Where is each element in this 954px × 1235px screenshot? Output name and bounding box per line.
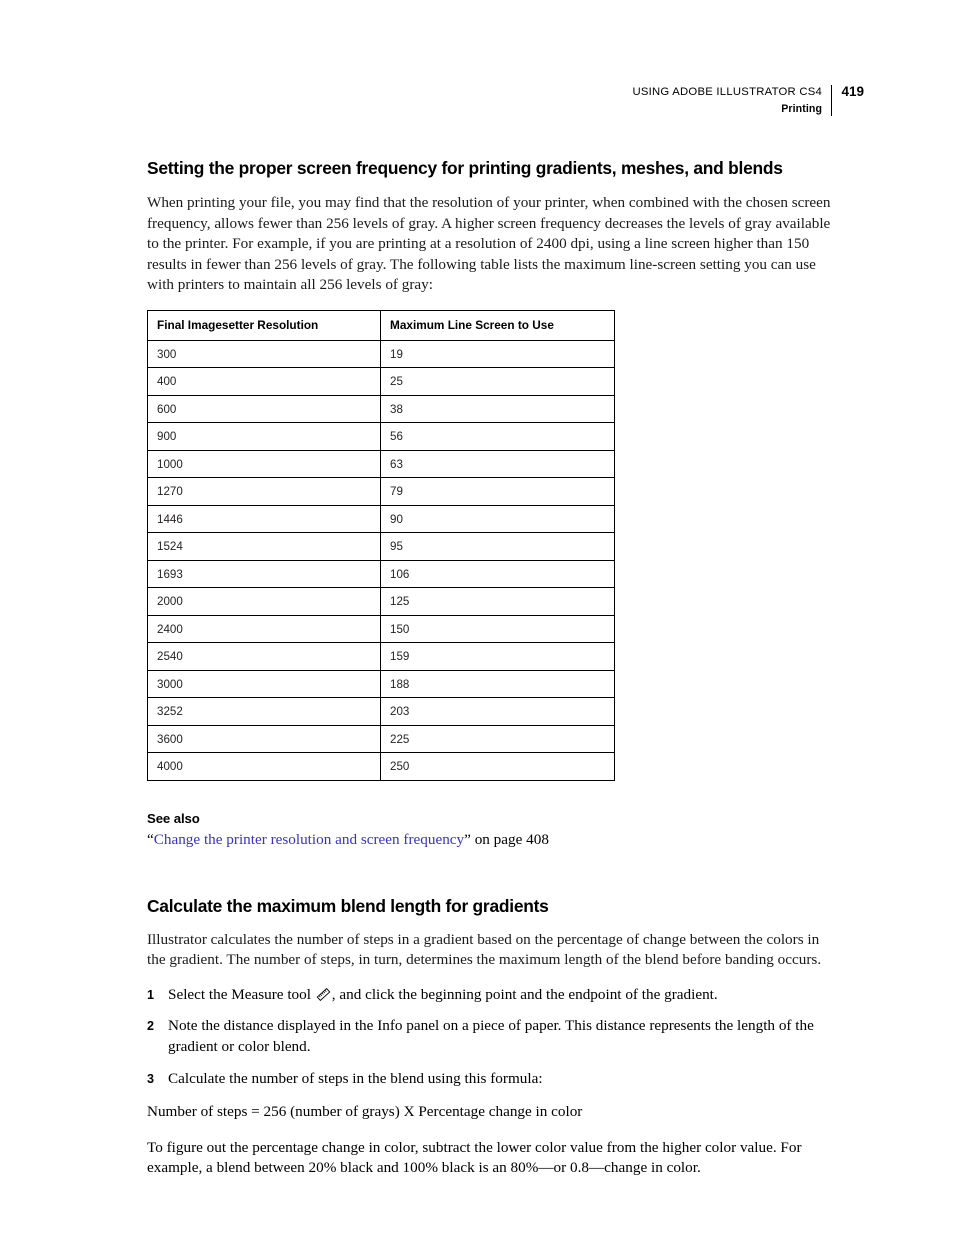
cell-resolution: 900 — [147, 422, 381, 451]
table-row: 3600 225 — [147, 724, 615, 754]
cell-line-screen: 188 — [380, 669, 615, 699]
cell-line-screen: 25 — [380, 367, 615, 396]
table-row: 600 38 — [147, 394, 615, 424]
step-text: Calculate the number of steps in the ble… — [168, 1069, 543, 1087]
cell-line-screen: 95 — [380, 532, 615, 561]
step-text-before-icon: Select the Measure tool — [168, 985, 315, 1003]
table-row: 1693 106 — [147, 559, 615, 589]
step-text-after-icon: , and click the beginning point and the … — [331, 985, 718, 1003]
blend-closing-paragraph: To figure out the percentage change in c… — [147, 1138, 802, 1177]
list-item: 1 Select the Measure tool , and click the… — [147, 985, 841, 1006]
cell-line-screen: 56 — [380, 422, 615, 451]
document-page: USING ADOBE ILLUSTRATOR CS4 Printing 419… — [0, 0, 954, 1235]
xref-open-quote: “ — [147, 830, 154, 848]
list-item: 3 Calculate the number of steps in the bl… — [147, 1069, 841, 1090]
cell-line-screen: 150 — [380, 614, 615, 644]
see-also-heading: See also — [147, 810, 200, 826]
table-row: 2000 125 — [147, 587, 615, 616]
blend-formula-text: Number of steps = 256 (number of grays) … — [147, 1103, 583, 1121]
cell-line-screen: 90 — [380, 504, 615, 534]
cell-line-screen: 125 — [380, 587, 615, 616]
cell-resolution: 2000 — [147, 587, 381, 616]
cell-line-screen: 63 — [380, 449, 615, 479]
procedure-steps-list: 1 Select the Measure tool , and click the… — [147, 985, 841, 1089]
table-row: 1524 95 — [147, 532, 615, 561]
table-row: 1000 63 — [147, 449, 615, 479]
cell-line-screen: 250 — [380, 752, 615, 781]
cell-resolution: 1524 — [147, 532, 381, 561]
page-number: 419 — [841, 84, 864, 99]
xref-link-change-printer-resolution[interactable]: Change the printer resolution and screen… — [154, 831, 464, 848]
cell-resolution: 300 — [147, 339, 381, 369]
cell-resolution: 1446 — [147, 504, 381, 534]
cell-line-screen: 159 — [380, 642, 615, 671]
page-content: Setting the proper screen frequency for … — [147, 155, 841, 1179]
table-row: 1446 90 — [147, 504, 615, 534]
step-number: 2 — [147, 1019, 155, 1034]
cell-resolution: 3252 — [147, 697, 381, 726]
resolution-line-screen-table: Final Imagesetter Resolution Maximum Lin… — [147, 309, 615, 781]
table-row: 400 25 — [147, 367, 615, 396]
cell-resolution: 400 — [147, 367, 381, 396]
xref-close-quote: ” — [464, 830, 471, 848]
section-heading-screen-frequency: Setting the proper screen frequency for … — [147, 158, 783, 178]
xref-page-suffix: on page 408 — [470, 830, 549, 848]
cell-line-screen: 106 — [380, 559, 615, 589]
cell-resolution: 1270 — [147, 477, 381, 506]
cell-resolution: 3600 — [147, 724, 381, 754]
column-header-resolution: Final Imagesetter Resolution — [147, 309, 381, 341]
cell-line-screen: 79 — [380, 477, 615, 506]
table-row: 4000 250 — [147, 752, 615, 781]
cell-line-screen: 225 — [380, 724, 615, 754]
step-number: 3 — [147, 1071, 155, 1086]
column-header-line-screen: Maximum Line Screen to Use — [380, 309, 615, 341]
table-header-row: Final Imagesetter Resolution Maximum Lin… — [147, 309, 615, 341]
table-body: 300 19 400 25 600 38 900 56 1000 63 1270 79 1446 90 15… — [147, 339, 615, 781]
table-row: 3000 188 — [147, 669, 615, 699]
page-header-text: USING ADOBE ILLUSTRATOR CS4 Printing — [632, 84, 831, 117]
see-also-crossreference: “Change the printer resolution and scree… — [147, 830, 841, 851]
header-book-title: USING ADOBE ILLUSTRATOR CS4 — [632, 86, 823, 98]
resolution-table-wrapper: Final Imagesetter Resolution Maximum Lin… — [147, 309, 841, 781]
table-row: 3252 203 — [147, 697, 615, 726]
cell-resolution: 1000 — [147, 449, 381, 479]
cell-line-screen: 38 — [380, 394, 615, 424]
header-section-name: Printing — [781, 103, 823, 115]
cell-line-screen: 203 — [380, 697, 615, 726]
table-row: 2400 150 — [147, 614, 615, 644]
measure-tool-icon — [316, 987, 331, 1001]
list-item: 2 Note the distance displayed in the Info… — [147, 1016, 841, 1057]
cell-resolution: 2540 — [147, 642, 381, 671]
cell-resolution: 3000 — [147, 669, 381, 699]
cell-resolution: 2400 — [147, 614, 381, 644]
table-row: 1270 79 — [147, 477, 615, 506]
cell-resolution: 1693 — [147, 559, 381, 589]
cell-resolution: 4000 — [147, 752, 381, 781]
step-text: Note the distance displayed in the Info … — [168, 1017, 814, 1055]
page-running-header: USING ADOBE ILLUSTRATOR CS4 Printing 419 — [632, 84, 864, 117]
table-row: 900 56 — [147, 422, 615, 451]
step-number: 1 — [147, 987, 155, 1002]
blend-intro-paragraph: Illustrator calculates the number of ste… — [147, 930, 822, 969]
table-row: 2540 159 — [147, 642, 615, 671]
section-heading-blend-length: Calculate the maximum blend length for g… — [147, 895, 549, 916]
table-row: 300 19 — [147, 339, 615, 369]
cell-line-screen: 19 — [380, 339, 615, 369]
cell-resolution: 600 — [147, 394, 381, 424]
section-intro-paragraph: When printing your file, you may find th… — [147, 194, 831, 294]
